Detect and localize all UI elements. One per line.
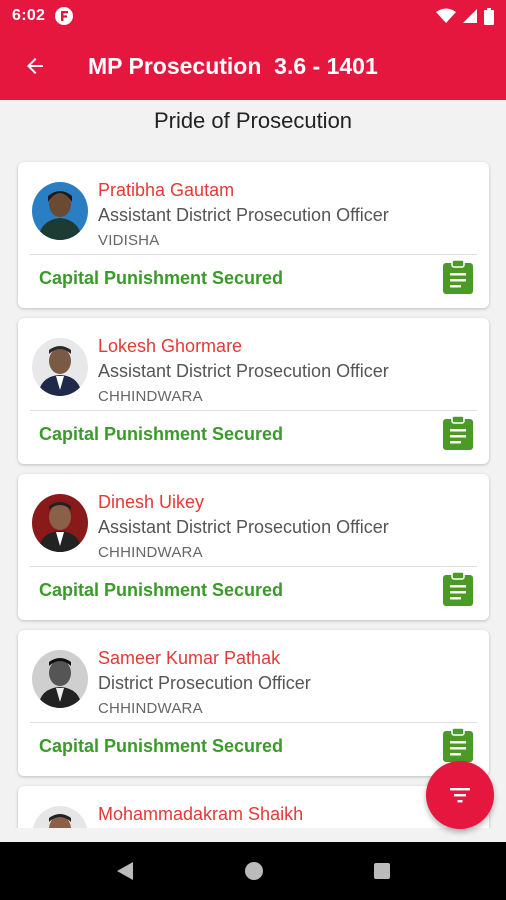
officer-avatar xyxy=(32,338,88,396)
officer-avatar xyxy=(32,494,88,552)
divider xyxy=(30,722,477,723)
officer-status: Capital Punishment Secured xyxy=(39,424,284,444)
back-nav-icon[interactable] xyxy=(115,860,135,882)
app-title: MP Prosecution 3.6 - 1401 xyxy=(88,52,378,79)
filter-icon xyxy=(450,788,470,803)
divider xyxy=(30,566,477,567)
status-bar: 6:02 xyxy=(0,0,506,32)
filter-button[interactable] xyxy=(426,761,494,829)
page-subtitle: Pride of Prosecution xyxy=(153,108,353,133)
officer-card[interactable]: Mohammadakram Shaikh xyxy=(18,786,489,828)
wifi-icon xyxy=(436,8,456,23)
signal-icon xyxy=(463,9,477,23)
back-button[interactable] xyxy=(0,32,70,100)
officer-status: Capital Punishment Secured xyxy=(39,268,284,288)
officer-district: VIDISHA xyxy=(98,232,160,249)
officer-name: Dinesh Uikey xyxy=(98,492,205,512)
officer-name: Mohammadakram Shaikh xyxy=(98,804,304,824)
officer-district: CHHINDWARA xyxy=(98,388,203,405)
recents-nav-icon[interactable] xyxy=(373,862,391,880)
officer-role: Assistant District Prosecution Officer xyxy=(98,517,389,537)
arrow-left-icon xyxy=(27,58,43,74)
officer-role: Assistant District Prosecution Officer xyxy=(98,205,389,225)
officer-card[interactable]: Sameer Kumar Pathak District Prosecution… xyxy=(18,630,489,776)
status-time: 6:02 xyxy=(12,7,46,24)
officer-avatar xyxy=(32,182,88,240)
officer-avatar xyxy=(32,806,88,828)
officer-list[interactable]: Pratibha Gautam Assistant District Prose… xyxy=(0,160,506,828)
clipboard-icon[interactable] xyxy=(443,260,473,294)
app-bar: MP Prosecution 3.6 - 1401 xyxy=(0,32,506,100)
officer-name: Pratibha Gautam xyxy=(98,180,235,200)
officer-name: Sameer Kumar Pathak xyxy=(98,648,281,668)
clipboard-icon[interactable] xyxy=(443,572,473,606)
clipboard-icon[interactable] xyxy=(443,416,473,450)
officer-card[interactable]: Dinesh Uikey Assistant District Prosecut… xyxy=(18,474,489,620)
officer-role: Assistant District Prosecution Officer xyxy=(98,361,389,381)
clipboard-icon[interactable] xyxy=(443,728,473,762)
system-nav-bar xyxy=(0,842,506,900)
divider xyxy=(30,410,477,411)
officer-status: Capital Punishment Secured xyxy=(39,580,284,600)
divider xyxy=(30,254,477,255)
officer-card[interactable]: Lokesh Ghormare Assistant District Prose… xyxy=(18,318,489,464)
app-notification-icon xyxy=(55,7,74,25)
officer-card[interactable]: Pratibha Gautam Assistant District Prose… xyxy=(18,162,489,308)
officer-avatar xyxy=(32,650,88,708)
battery-icon xyxy=(484,7,494,25)
officer-status: Capital Punishment Secured xyxy=(39,736,284,756)
officer-district: CHHINDWARA xyxy=(98,544,203,561)
officer-role: District Prosecution Officer xyxy=(98,673,311,693)
home-nav-icon[interactable] xyxy=(244,861,264,881)
officer-name: Lokesh Ghormare xyxy=(98,336,243,356)
officer-district: CHHINDWARA xyxy=(98,700,203,717)
